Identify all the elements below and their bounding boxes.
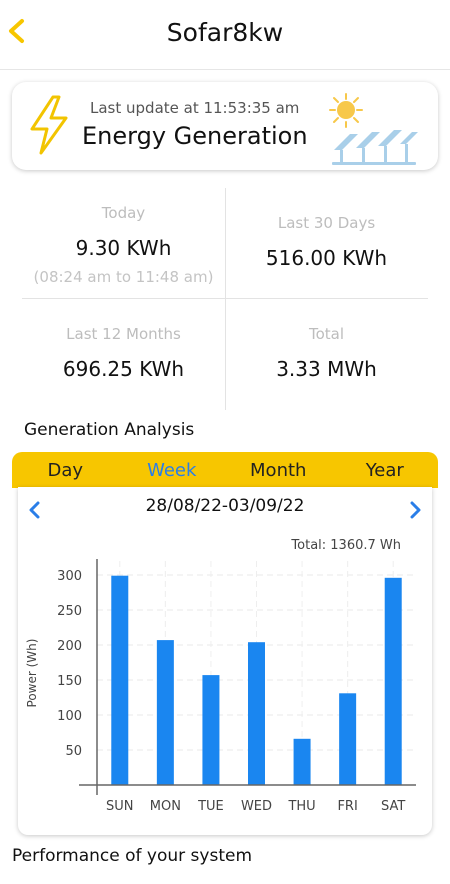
stat-last-30-value: 516.00 KWh	[265, 246, 388, 270]
bar-mon	[156, 640, 174, 785]
bar-thu	[293, 738, 311, 785]
bar-sun	[111, 575, 129, 785]
tab-year[interactable]: Year	[332, 460, 439, 481]
stat-today-range: (08:24 am to 11:48 am)	[33, 268, 214, 286]
stat-last-12-label: Last 12 Months	[66, 325, 181, 343]
page-title: Sofar8kw	[166, 18, 284, 47]
banner-title: Energy Generation	[82, 122, 308, 150]
x-tick-label: THU	[287, 799, 315, 814]
x-tick-label: MON	[150, 799, 181, 814]
stat-last-30-label: Last 30 Days	[277, 214, 376, 232]
stat-total-value: 3.33 MWh	[276, 357, 377, 381]
y-tick-label: 200	[57, 639, 82, 654]
y-tick-label: 50	[65, 744, 82, 759]
y-tick-label: 300	[57, 569, 82, 584]
energy-generation-banner: Last update at 11:53:35 am Energy Genera…	[12, 82, 438, 170]
performance-title: Performance of your system	[12, 846, 253, 866]
x-tick-label: WED	[241, 799, 272, 814]
stats-grid: Today 9.30 KWh (08:24 am to 11:48 am) La…	[22, 188, 428, 410]
lightning-bolt-icon	[30, 95, 68, 155]
stat-today: Today 9.30 KWh (08:24 am to 11:48 am)	[22, 204, 225, 286]
stat-today-value: 9.30 KWh	[75, 236, 172, 260]
stats-divider-horizontal	[22, 298, 428, 299]
x-tick-label: SAT	[381, 799, 405, 814]
chart-card: 28/08/22-03/09/22 Total: 1360.7 Wh 50 100…	[18, 487, 432, 835]
stat-last-12-months: Last 12 Months 696.25 KWh	[22, 325, 225, 381]
bar-wed	[248, 642, 265, 785]
tab-month[interactable]: Month	[225, 460, 332, 481]
bar-tue	[202, 675, 220, 785]
stat-last-30-days: Last 30 Days 516.00 KWh	[225, 214, 428, 270]
period-tabs: Day Week Month Year	[12, 452, 438, 488]
stat-last-12-value: 696.25 KWh	[62, 357, 185, 381]
y-tick-label: 100	[57, 709, 82, 724]
tab-day[interactable]: Day	[12, 460, 119, 481]
y-axis-label: Power (Wh)	[25, 639, 39, 708]
stat-today-label: Today	[101, 204, 146, 222]
sun-solar-panels-icon	[329, 93, 418, 165]
stat-total: Total 3.33 MWh	[225, 325, 428, 381]
app-header: Sofar8kw	[0, 0, 450, 70]
weekly-generation-chart: 50 100 150 200 250 300 SUN MON TUE WED THU FRI SAT Po…	[25, 559, 416, 814]
y-tick-label: 150	[57, 674, 82, 689]
tab-week[interactable]: Week	[119, 460, 226, 481]
last-update-text: Last update at 11:53:35 am	[90, 99, 300, 117]
stat-total-label: Total	[308, 325, 345, 343]
x-tick-label: TUE	[197, 799, 224, 814]
x-tick-label: FRI	[337, 799, 357, 814]
bar-sat	[384, 577, 402, 785]
x-tick-label: SUN	[106, 799, 134, 814]
bar-fri	[339, 693, 357, 785]
y-tick-label: 250	[57, 604, 82, 619]
generation-analysis-title: Generation Analysis	[24, 420, 195, 440]
